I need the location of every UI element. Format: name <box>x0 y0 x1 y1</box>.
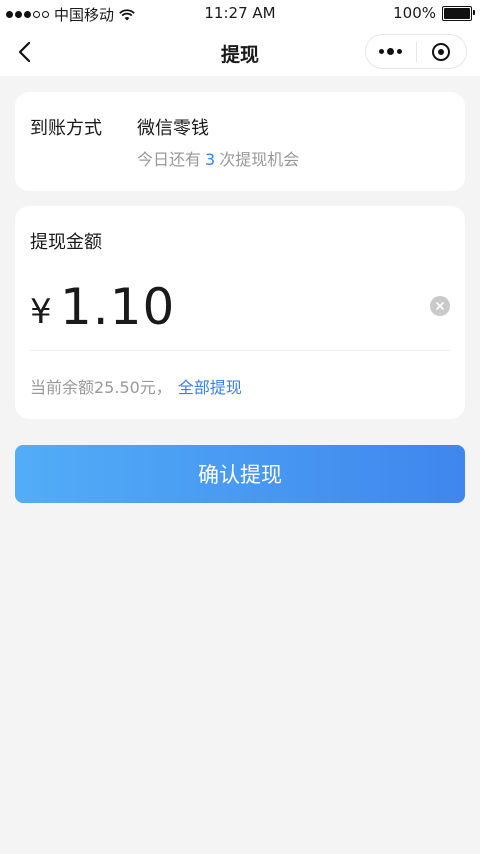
clear-icon <box>436 302 444 310</box>
nav-bar: 提现 <box>0 28 480 76</box>
balance-row: 当前余额25.50元， 全部提现 <box>30 374 242 398</box>
method-label: 到账方式 <box>30 118 102 139</box>
battery-icon <box>442 5 475 21</box>
close-miniprogram-button[interactable] <box>417 35 467 68</box>
more-menu-button[interactable] <box>366 35 416 68</box>
balance-text: 当前余额25.50元， <box>30 378 172 397</box>
miniprogram-capsule <box>365 34 467 69</box>
confirm-withdraw-button[interactable]: 确认提现 <box>15 445 465 503</box>
amount-label: 提现金额 <box>30 232 102 253</box>
status-right: 100% <box>393 4 475 22</box>
method-value: 微信零钱 <box>137 118 209 139</box>
more-dots-icon <box>379 48 403 55</box>
withdraw-amount-card: 提现金额 ¥ 1.10 当前余额25.50元， 全部提现 <box>15 206 465 419</box>
target-icon <box>432 42 451 61</box>
status-bar: 中国移动 11:27 AM 100% <box>0 0 480 28</box>
withdraw-method-card: 到账方式 微信零钱 今日还有 3 次提现机会 <box>15 92 465 191</box>
remaining-count-text: 今日还有 3 次提现机会 <box>137 146 299 170</box>
amount-input[interactable]: ¥ 1.10 <box>30 276 450 346</box>
amount-value[interactable]: 1.10 <box>60 278 175 336</box>
remaining-count: 3 <box>205 150 216 169</box>
clear-amount-button[interactable] <box>430 296 450 316</box>
count-prefix: 今日还有 <box>137 150 202 169</box>
count-suffix: 次提现机会 <box>219 150 300 169</box>
amount-divider <box>30 350 450 351</box>
battery-percent: 100% <box>393 4 436 22</box>
currency-symbol: ¥ <box>30 292 52 332</box>
withdraw-all-link[interactable]: 全部提现 <box>178 378 242 397</box>
